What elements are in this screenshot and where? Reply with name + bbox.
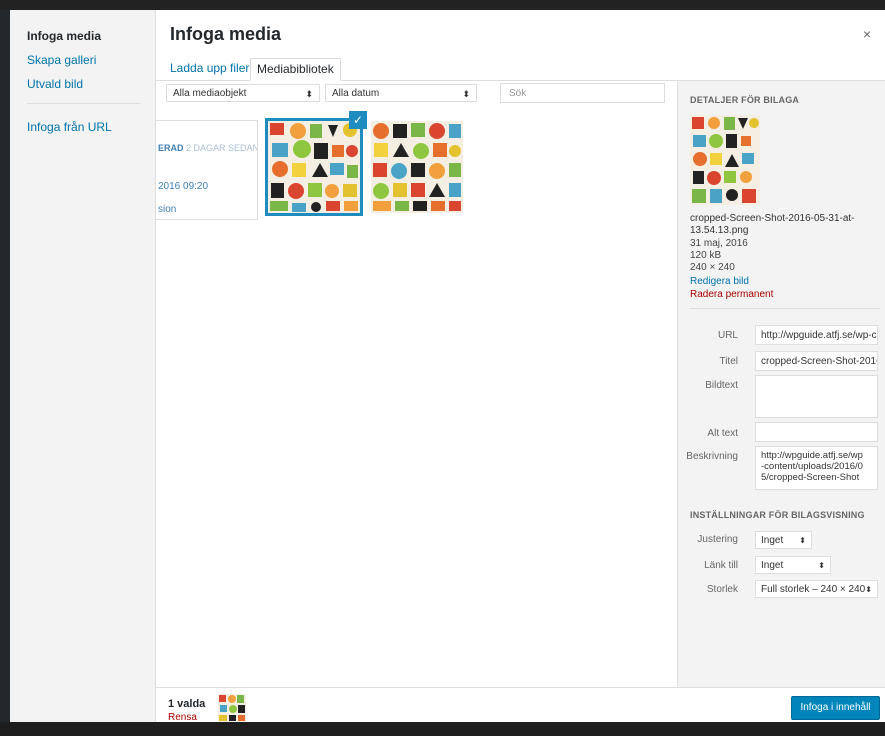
- date-filter-value: Alla datum: [332, 88, 380, 99]
- details-filesize: 120 kB: [690, 250, 722, 261]
- title-label: Titel: [719, 356, 738, 367]
- router-tabs: Ladda upp filer Mediabibliotek: [156, 54, 885, 81]
- pattern-image: [690, 115, 760, 205]
- tab-media-library[interactable]: Mediabibliotek: [250, 58, 341, 81]
- alignment-value: Inget: [761, 535, 784, 546]
- description-label: Beskrivning: [686, 451, 738, 462]
- title-field[interactable]: cropped-Screen-Shot-2016-(: [755, 351, 878, 371]
- admin-bar: [0, 0, 885, 10]
- search-input[interactable]: Sök: [500, 83, 665, 103]
- menu-item-create-gallery[interactable]: Skapa galleri: [27, 53, 96, 67]
- alignment-label: Justering: [697, 534, 738, 545]
- alt-text-label: Alt text: [707, 428, 738, 439]
- alt-text-field[interactable]: [755, 422, 878, 442]
- attachment-thumbnail[interactable]: [265, 118, 363, 216]
- details-thumbnail: [690, 115, 760, 205]
- size-value: Full storlek – 240 × 240: [761, 584, 866, 595]
- link-to-label: Länk till: [704, 560, 738, 571]
- details-date: 31 maj, 2016: [690, 238, 748, 249]
- media-toolbar-footer: 1 valda Rensa Infoga i innehåll: [156, 687, 885, 722]
- caption-label: Bildtext: [705, 380, 738, 391]
- chevron-updown-icon: ⬍: [818, 561, 825, 570]
- delete-permanently-link[interactable]: Radera permanent: [690, 289, 773, 300]
- menu-item-insert-media[interactable]: Infoga media: [27, 29, 101, 43]
- caption-field[interactable]: [755, 375, 878, 418]
- selection-thumbnail[interactable]: [218, 694, 246, 722]
- close-icon[interactable]: ×: [863, 26, 871, 42]
- media-menu: Infoga media Skapa galleri Utvald bild I…: [10, 10, 156, 722]
- pattern-image: [371, 121, 463, 213]
- attachment-details-sidebar: DETALJER FÖR BILAGA cropped-Screen-Shot-…: [677, 81, 885, 687]
- details-heading: DETALJER FÖR BILAGA: [690, 95, 800, 105]
- upload-status-card: ERAD 2 DAGAR SEDAN 2016 09:20 sion: [156, 120, 258, 220]
- menu-item-featured-image[interactable]: Utvald bild: [27, 77, 83, 91]
- tab-upload-files[interactable]: Ladda upp filer: [164, 58, 255, 79]
- url-label: URL: [717, 330, 738, 341]
- description-field[interactable]: http://wpguide.atfj.se/wp-content/upload…: [755, 446, 878, 490]
- details-filename: cropped-Screen-Shot-2016-05-31-at-13.54.…: [690, 213, 855, 236]
- date-filter[interactable]: Alla datum ⬍: [325, 84, 477, 102]
- insert-into-post-button[interactable]: Infoga i innehåll: [791, 696, 880, 720]
- chevron-updown-icon: ⬍: [462, 89, 470, 99]
- modal-title: Infoga media: [170, 24, 282, 44]
- upload-status-strong: ERAD: [158, 143, 184, 153]
- menu-separator: [27, 103, 140, 104]
- chevron-updown-icon: ⬍: [305, 89, 313, 99]
- size-select[interactable]: Full storlek – 240 × 240 ⬍: [755, 580, 878, 598]
- display-settings-heading: INSTÄLLNINGAR FÖR BILAGSVISNING: [690, 510, 865, 520]
- size-label: Storlek: [706, 584, 738, 595]
- details-dimensions: 240 × 240: [690, 262, 735, 273]
- chevron-updown-icon: ⬍: [799, 536, 806, 545]
- media-type-filter[interactable]: Alla mediaobjekt ⬍: [166, 84, 320, 102]
- upload-link[interactable]: sion: [158, 204, 176, 215]
- media-modal: Infoga media Skapa galleri Utvald bild I…: [10, 10, 885, 722]
- admin-sidebar-edge: [0, 10, 10, 736]
- link-to-value: Inget: [761, 560, 784, 571]
- upload-status-time: 2 DAGAR SEDAN: [186, 143, 258, 153]
- media-type-filter-value: Alla mediaobjekt: [173, 88, 247, 99]
- checkmark-icon[interactable]: ✓: [349, 111, 367, 129]
- link-to-select[interactable]: Inget ⬍: [755, 556, 831, 574]
- url-field[interactable]: http://wpguide.atfj.se/wp-cc: [755, 325, 878, 345]
- backdrop-bottom: [0, 722, 885, 736]
- edit-image-link[interactable]: Redigera bild: [690, 276, 749, 287]
- attachment-thumbnail[interactable]: [371, 121, 463, 213]
- clear-selection-link[interactable]: Rensa: [168, 712, 197, 722]
- selection-count: 1 valda: [168, 698, 206, 710]
- pattern-image: [268, 121, 360, 213]
- pattern-image: [218, 694, 246, 722]
- details-separator: [690, 308, 880, 309]
- menu-item-insert-from-url[interactable]: Infoga från URL: [27, 120, 112, 134]
- upload-date: 2016 09:20: [158, 181, 209, 192]
- alignment-select[interactable]: Inget ⬍: [755, 531, 812, 549]
- upload-status: ERAD 2 DAGAR SEDAN: [158, 143, 258, 153]
- chevron-updown-icon: ⬍: [865, 585, 872, 594]
